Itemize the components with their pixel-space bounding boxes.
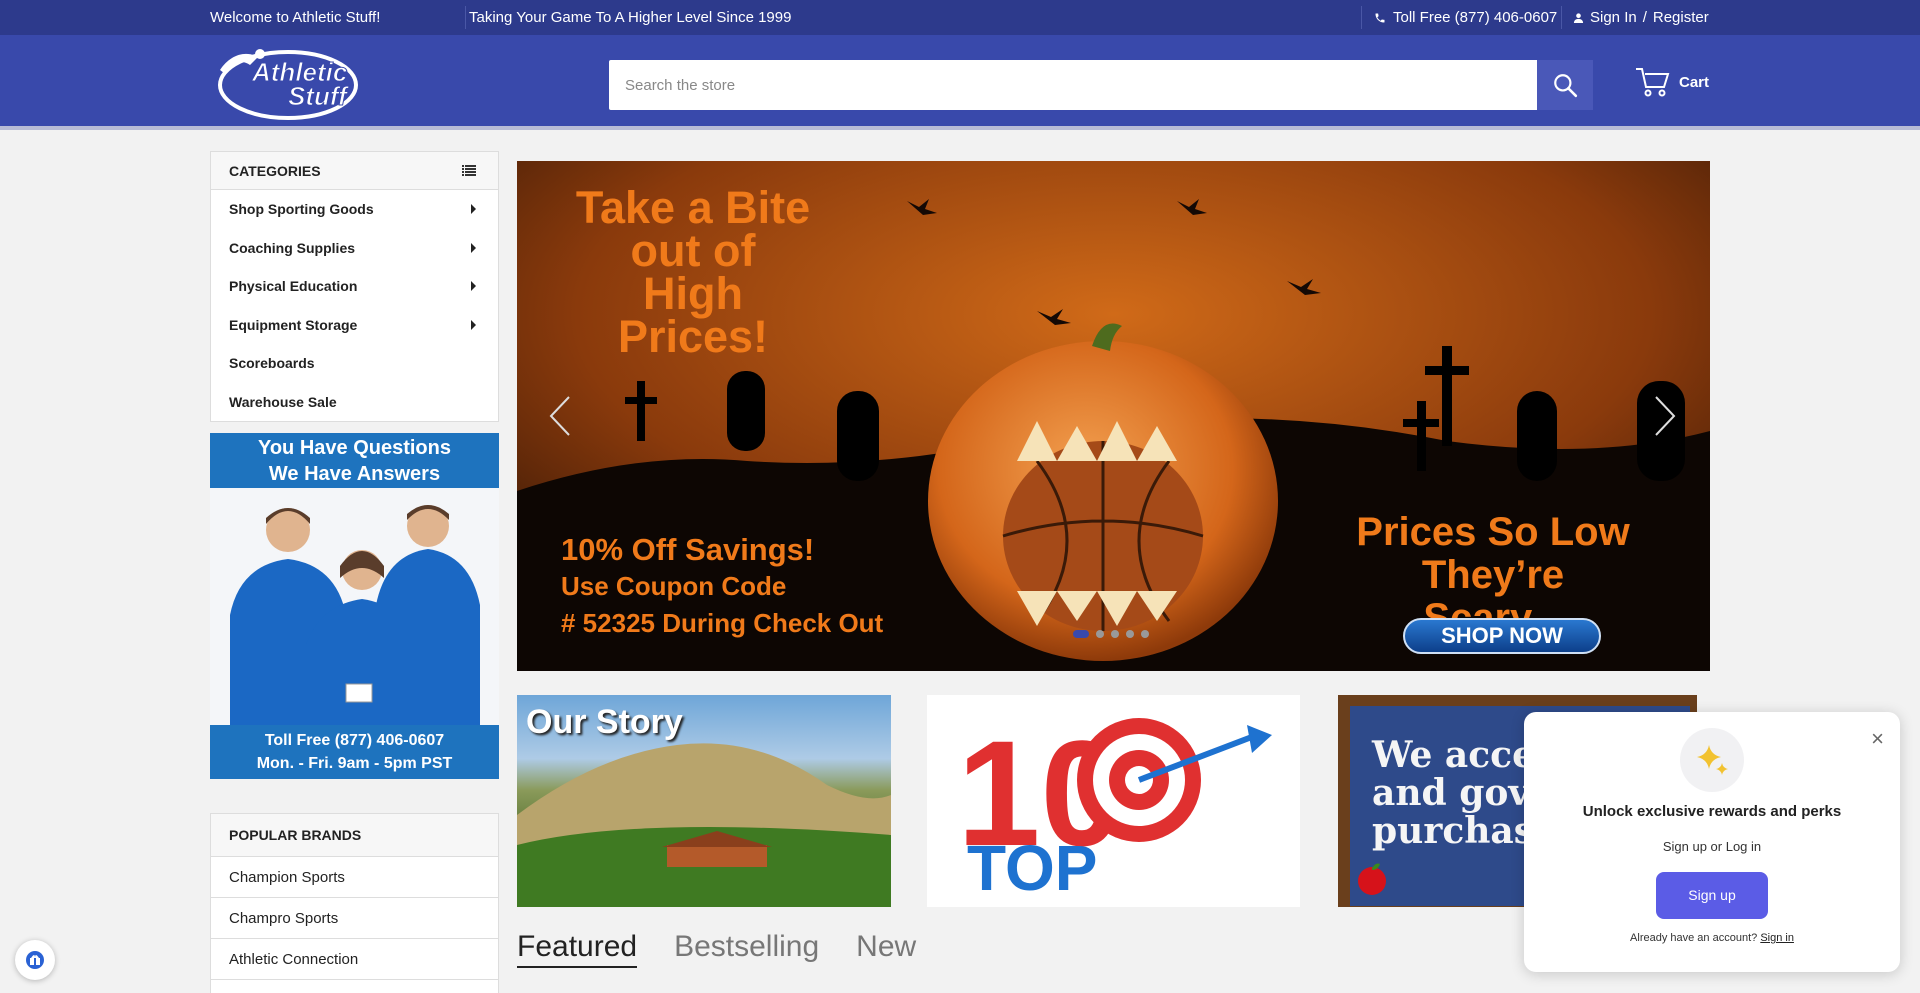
category-label: Warehouse Sale: [229, 393, 337, 410]
phone-text: Toll Free (877) 406-0607: [1393, 9, 1558, 26]
support-headline: You Have Questions We Have Answers: [210, 433, 499, 488]
apple-icon: [1358, 863, 1386, 895]
close-icon[interactable]: ×: [1871, 726, 1884, 752]
carousel-dots: [1073, 630, 1149, 638]
hero-offer-line-2: Use Coupon Code: [561, 571, 787, 601]
tab-bestselling[interactable]: Bestselling: [674, 930, 819, 968]
account-divider: /: [1642, 9, 1647, 26]
shop-now-button[interactable]: SHOP NOW: [1403, 618, 1601, 654]
brand-athletic-connection[interactable]: Athletic Connection: [211, 939, 498, 980]
category-equipment-storage[interactable]: Equipment Storage: [211, 306, 498, 345]
category-coaching-supplies[interactable]: Coaching Supplies: [211, 229, 498, 268]
support-line-2: We Have Answers: [268, 463, 441, 485]
support-team-image: [210, 488, 499, 725]
category-warehouse-sale[interactable]: Warehouse Sale: [211, 383, 498, 422]
rewards-popup: × Unlock exclusive rewards and perks Sig…: [1524, 712, 1900, 972]
register-link[interactable]: Register: [1653, 9, 1709, 26]
search-icon: [1554, 74, 1578, 98]
carousel-dot[interactable]: [1126, 630, 1134, 638]
hero-title-line-1: Take a Bite: [575, 182, 811, 233]
categories-header[interactable]: CATEGORIES: [211, 152, 498, 190]
popup-title: Unlock exclusive rewards and perks: [1582, 803, 1842, 820]
top-bar: Welcome to Athletic Stuff! Taking Your G…: [0, 0, 1920, 35]
phone-icon: [1375, 13, 1385, 22]
popular-brands-heading: POPULAR BRANDS: [211, 814, 498, 857]
athletic-stuff-logo[interactable]: Athletic Stuff: [210, 45, 372, 120]
categories-heading: CATEGORIES: [229, 162, 321, 179]
caret-right-icon: [471, 319, 476, 330]
top-bar-divider: [1561, 6, 1562, 29]
carousel-dot[interactable]: [1073, 630, 1089, 638]
category-shop-sporting-goods[interactable]: Shop Sporting Goods: [211, 190, 498, 229]
already-account-text: Already have an account?: [1630, 932, 1758, 944]
top-10-target-image: 10 TOP: [957, 709, 1272, 904]
our-story-caption: Our Story: [526, 703, 683, 741]
cart-link[interactable]: Cart: [1634, 66, 1709, 98]
product-tabs: Featured Bestselling New: [517, 930, 916, 968]
support-contact: Toll Free (877) 406-0607 Mon. - Fri. 9am…: [210, 725, 499, 779]
support-hours: Mon. - Fri. 9am - 5pm PST: [256, 755, 453, 772]
welcome-text: Welcome to Athletic Stuff!: [210, 9, 381, 26]
tab-featured[interactable]: Featured: [517, 930, 638, 968]
top-bar-divider: [1361, 6, 1362, 29]
phone-link[interactable]: Toll Free (877) 406-0607: [1374, 9, 1557, 26]
category-label: Coaching Supplies: [229, 239, 356, 256]
carousel-dot[interactable]: [1141, 630, 1149, 638]
our-story-tile[interactable]: Our Story: [517, 695, 891, 907]
hero-title-line-3: High Prices!: [617, 268, 769, 362]
hero-carousel[interactable]: Take a Bite out of High Prices! 10% Off …: [517, 161, 1710, 671]
category-physical-education[interactable]: Physical Education: [211, 267, 498, 306]
category-label: Scoreboards: [229, 355, 315, 372]
tab-new[interactable]: New: [856, 930, 916, 968]
rewards-launcher-button[interactable]: [15, 940, 55, 980]
popup-subtitle: Sign up or Log in: [1662, 839, 1762, 854]
hero-offer: 10% Off Savings! Use Coupon Code # 52325…: [561, 531, 883, 642]
sparkle-icon: [1680, 728, 1744, 792]
caret-right-icon: [471, 204, 476, 215]
categories-panel: CATEGORIES Shop Sporting Goods Coaching …: [210, 151, 499, 422]
carousel-dot[interactable]: [1096, 630, 1104, 638]
account-links: Sign In / Register: [1573, 9, 1709, 26]
popup-signin-row: Already have an account? Sign in: [1524, 932, 1900, 944]
support-phone: Toll Free (877) 406-0607: [264, 732, 445, 749]
top-10-tile[interactable]: 10 TOP: [927, 695, 1300, 907]
hero-title-line-2: out of: [630, 225, 756, 276]
hero-offer-line-3: # 52325 During Check Out: [561, 608, 884, 638]
top-10-word: TOP: [967, 832, 1097, 904]
search-input[interactable]: [609, 60, 1537, 110]
caret-right-icon: [471, 242, 476, 253]
sign-in-link[interactable]: Sign In: [1590, 9, 1637, 26]
user-icon: [1573, 12, 1584, 23]
carousel-next-icon[interactable]: [1644, 391, 1684, 441]
category-scoreboards[interactable]: Scoreboards: [211, 344, 498, 383]
site-header: Athletic Stuff Cart: [0, 35, 1920, 130]
tagline-text: Taking Your Game To A Higher Level Since…: [469, 9, 792, 26]
brand-champro-sports[interactable]: Champro Sports: [211, 898, 498, 939]
popular-brands-panel: POPULAR BRANDS Champion Sports Champro S…: [210, 813, 499, 993]
popup-sign-in-link[interactable]: Sign in: [1760, 932, 1794, 944]
search-button[interactable]: [1537, 60, 1593, 110]
carousel-prev-icon[interactable]: [541, 391, 581, 441]
hero-title: Take a Bite out of High Prices!: [573, 182, 813, 362]
category-label: Shop Sporting Goods: [229, 201, 374, 218]
support-banner[interactable]: You Have Questions We Have Answers Toll …: [210, 433, 499, 779]
logo-text-stuff: Stuff: [288, 81, 349, 111]
support-line-1: You Have Questions: [257, 437, 451, 459]
top-bar-divider: [465, 6, 466, 29]
hero-scary-line-1: Prices So Low: [1356, 510, 1630, 554]
carousel-dot[interactable]: [1111, 630, 1119, 638]
category-label: Physical Education: [229, 278, 358, 295]
cart-icon: [1636, 68, 1670, 97]
hero-offer-line-1: 10% Off Savings!: [561, 532, 815, 567]
gift-icon: [26, 951, 44, 969]
list-icon: [462, 165, 476, 176]
brand-champion-sports[interactable]: Champion Sports: [211, 857, 498, 898]
cart-label: Cart: [1679, 73, 1710, 91]
sign-up-button[interactable]: Sign up: [1656, 872, 1768, 919]
category-label: Equipment Storage: [229, 316, 358, 333]
caret-right-icon: [471, 281, 476, 292]
